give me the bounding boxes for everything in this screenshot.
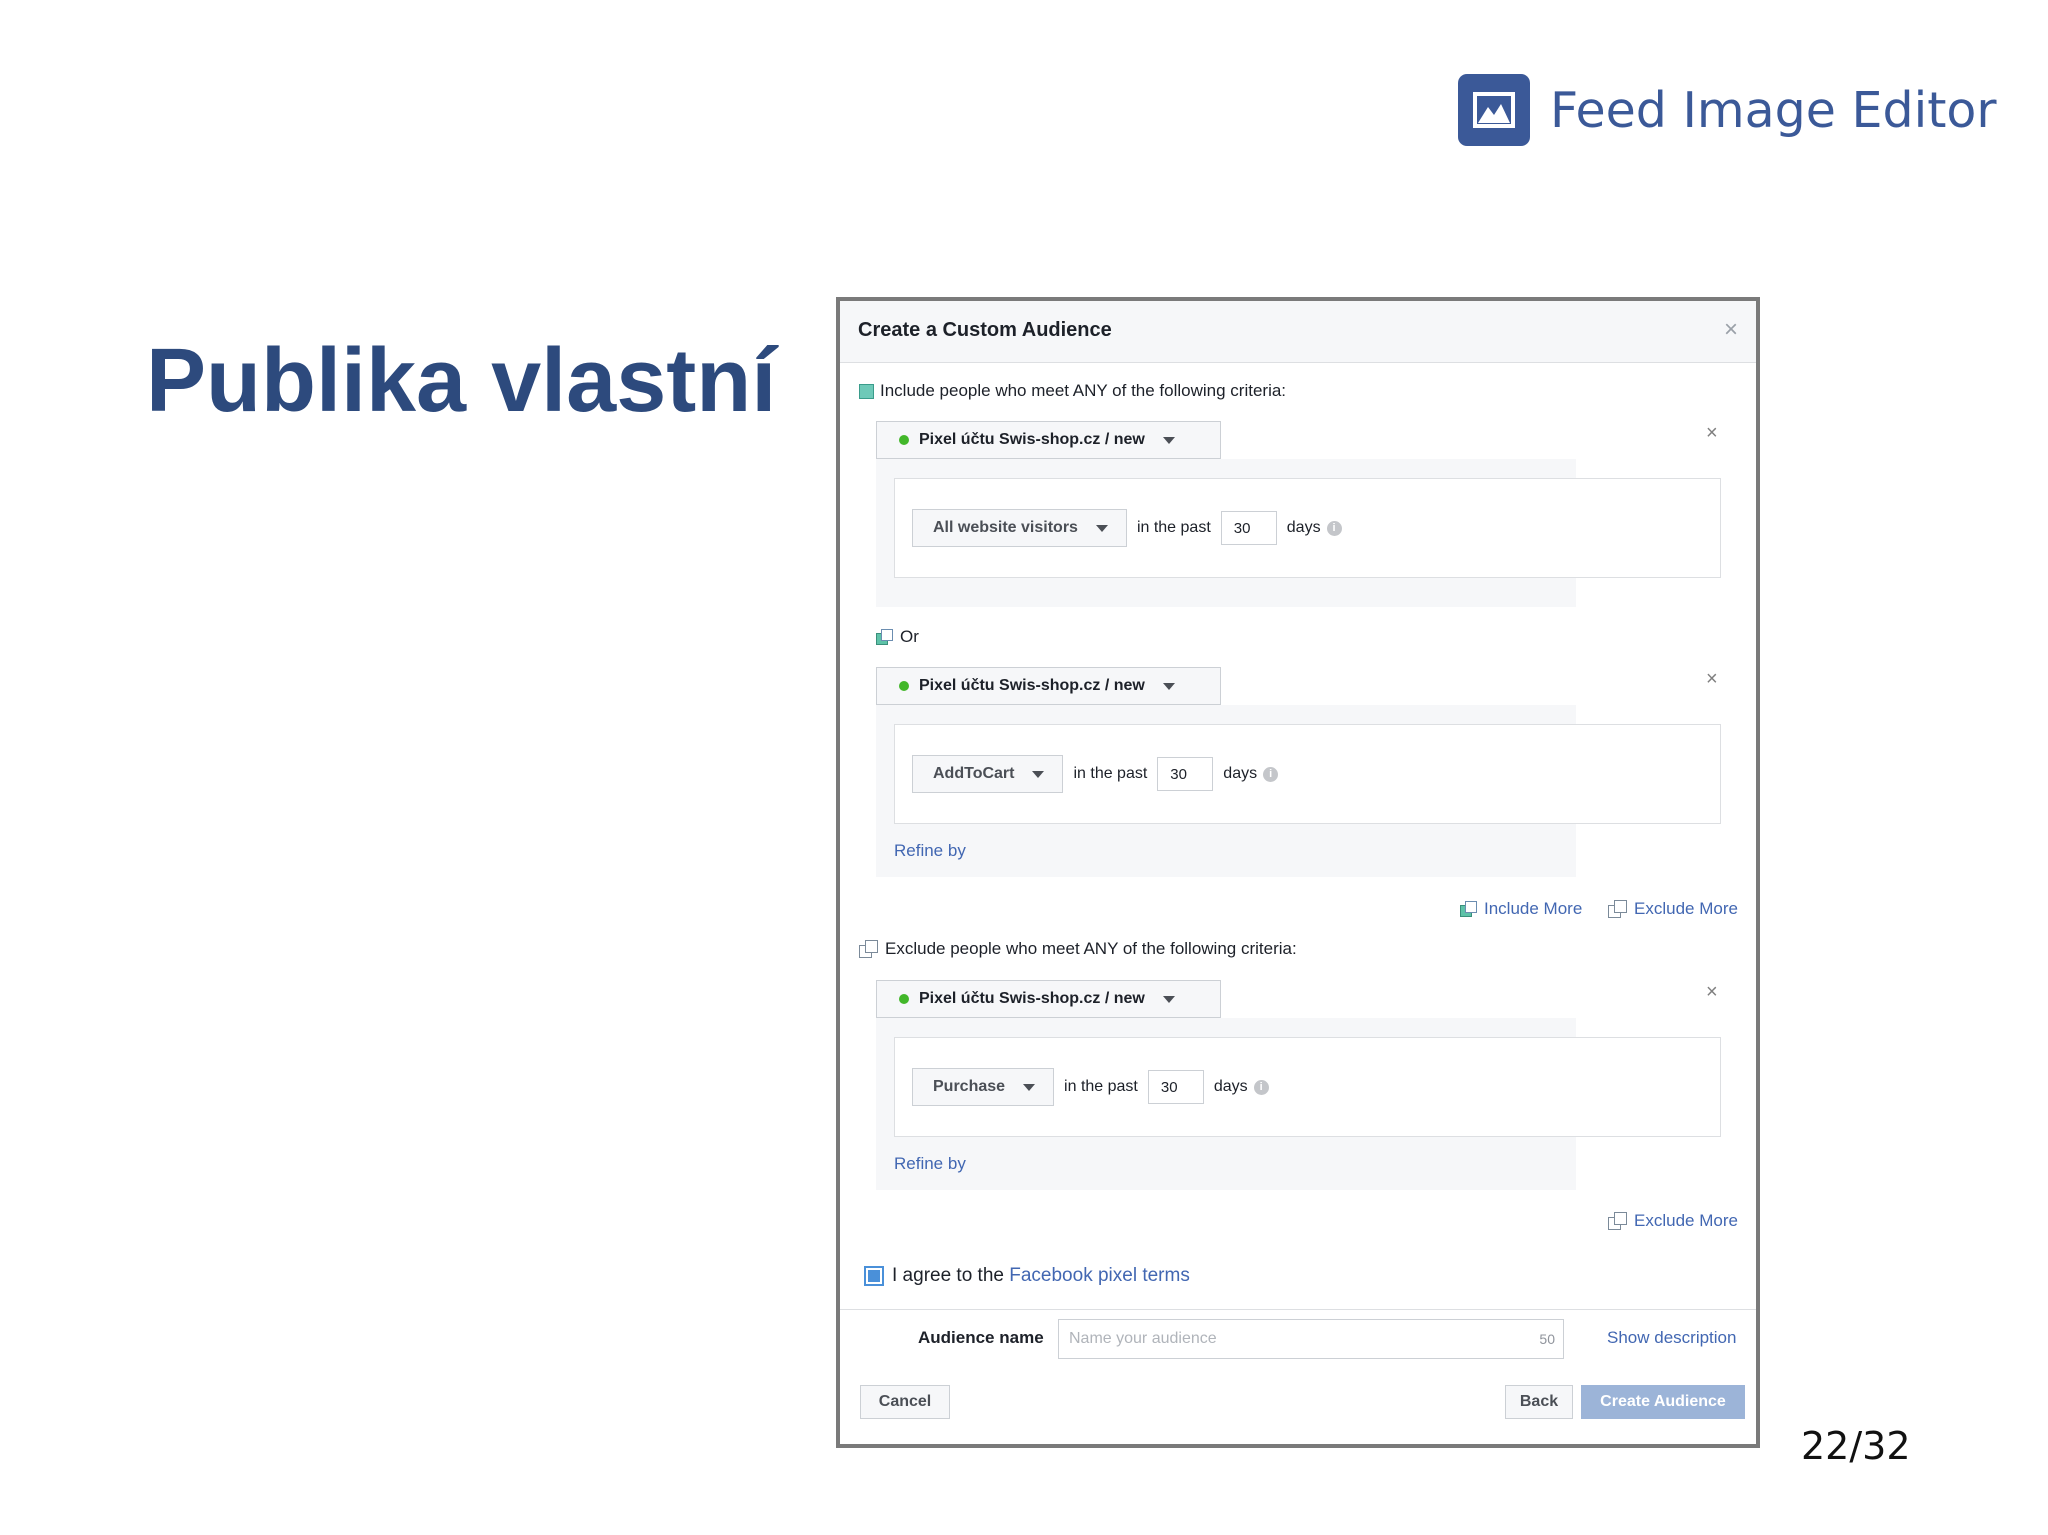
chevron-down-icon xyxy=(1095,524,1108,532)
page-number: 22/32 xyxy=(1801,1424,1911,1468)
exclude-icon xyxy=(859,939,879,959)
days-input-2[interactable]: 30 xyxy=(1157,757,1214,791)
back-button[interactable]: Back xyxy=(1505,1385,1573,1419)
exclude-more-link-2[interactable]: Exclude More xyxy=(1608,1211,1738,1231)
help-icon[interactable]: i xyxy=(1326,520,1342,536)
dialog-title: Create a Custom Audience xyxy=(858,319,1112,341)
create-audience-button[interactable]: Create Audience xyxy=(1581,1385,1745,1419)
days-input-1[interactable]: 30 xyxy=(1220,511,1277,545)
include-criteria-line: Include people who meet ANY of the follo… xyxy=(859,381,1286,401)
chevron-down-icon xyxy=(1032,770,1045,778)
event-selector-2[interactable]: AddToCart xyxy=(912,755,1064,793)
exclude-criteria-line: Exclude people who meet ANY of the follo… xyxy=(859,939,1297,959)
agree-text: I agree to the xyxy=(892,1265,1010,1286)
pixel-status-dot xyxy=(899,435,909,445)
chevron-down-icon xyxy=(1162,995,1175,1003)
pixel-selector-label: Pixel účtu Swis-shop.cz / new xyxy=(919,431,1145,448)
include-more-icon xyxy=(1460,900,1478,918)
include-icon xyxy=(859,383,874,399)
pixel-terms-agreement: I agree to the Facebook pixel terms xyxy=(864,1265,1190,1287)
or-label: Or xyxy=(900,627,919,646)
image-icon xyxy=(1458,74,1530,146)
pixel-selector-label: Pixel účtu Swis-shop.cz / new xyxy=(919,990,1145,1007)
audience-name-label: Audience name xyxy=(918,1328,1044,1347)
remove-rule-3-icon[interactable]: × xyxy=(1706,981,1718,1004)
pixel-status-dot xyxy=(899,994,909,1004)
pixel-status-dot xyxy=(899,681,909,691)
days-label: days xyxy=(1223,765,1258,782)
in-the-past-label: in the past xyxy=(1073,765,1148,782)
pixel-selector-1[interactable]: Pixel účtu Swis-shop.cz / new xyxy=(876,421,1221,459)
footer-divider xyxy=(840,1309,1756,1310)
chevron-down-icon xyxy=(1023,1083,1036,1091)
remove-rule-2-icon[interactable]: × xyxy=(1706,668,1718,691)
pixel-selector-2[interactable]: Pixel účtu Swis-shop.cz / new xyxy=(876,667,1221,705)
dialog-close-icon[interactable]: × xyxy=(1724,316,1738,344)
in-the-past-label: in the past xyxy=(1064,1078,1138,1095)
days-label: days xyxy=(1213,1078,1248,1095)
pixel-selector-3[interactable]: Pixel účtu Swis-shop.cz / new xyxy=(876,980,1221,1018)
exclude-criteria-label: Exclude people who meet ANY of the follo… xyxy=(885,939,1297,958)
rule-row-3: Purchase in the past 30 days i xyxy=(912,1068,1269,1106)
help-icon[interactable]: i xyxy=(1263,766,1279,782)
rule-row-1: All website visitors in the past 30 days… xyxy=(912,509,1342,547)
audience-name-placeholder: Name your audience xyxy=(1069,1330,1217,1347)
cancel-button[interactable]: Cancel xyxy=(860,1385,950,1419)
include-criteria-label: Include people who meet ANY of the follo… xyxy=(880,381,1287,400)
agree-checkbox[interactable] xyxy=(864,1266,884,1286)
days-input-3[interactable]: 30 xyxy=(1147,1070,1204,1104)
or-line: Or xyxy=(876,627,919,647)
include-more-link[interactable]: Include More xyxy=(1460,899,1582,919)
days-label: days xyxy=(1286,519,1321,536)
in-the-past-label: in the past xyxy=(1136,519,1211,536)
or-icon xyxy=(876,628,894,646)
dialog-header: Create a Custom Audience × xyxy=(840,301,1756,363)
event-selector-1[interactable]: All website visitors xyxy=(912,509,1127,547)
slide-title: Publika vlastní xyxy=(146,331,777,431)
custom-audience-dialog: Create a Custom Audience × Include peopl… xyxy=(836,297,1760,1448)
pixel-selector-label: Pixel účtu Swis-shop.cz / new xyxy=(919,677,1145,694)
refine-by-link-1[interactable]: Refine by xyxy=(894,841,966,861)
exclude-more-link-1[interactable]: Exclude More xyxy=(1608,899,1738,919)
show-description-link[interactable]: Show description xyxy=(1607,1328,1736,1348)
help-icon[interactable]: i xyxy=(1253,1079,1269,1095)
chevron-down-icon xyxy=(1162,436,1175,444)
brand: Feed Image Editor xyxy=(1458,74,1997,146)
exclude-more-icon xyxy=(1608,899,1628,919)
chevron-down-icon xyxy=(1162,682,1175,690)
audience-name-input[interactable]: Name your audience 50 xyxy=(1058,1319,1564,1359)
refine-by-link-2[interactable]: Refine by xyxy=(894,1154,966,1174)
event-selector-3[interactable]: Purchase xyxy=(912,1068,1055,1106)
character-limit: 50 xyxy=(1539,1331,1555,1347)
brand-title: Feed Image Editor xyxy=(1550,81,1997,139)
exclude-more-icon xyxy=(1608,1211,1628,1231)
pixel-terms-link[interactable]: Facebook pixel terms xyxy=(1009,1265,1190,1287)
rule-row-2: AddToCart in the past 30 days i xyxy=(912,755,1279,793)
remove-rule-1-icon[interactable]: × xyxy=(1706,422,1718,445)
